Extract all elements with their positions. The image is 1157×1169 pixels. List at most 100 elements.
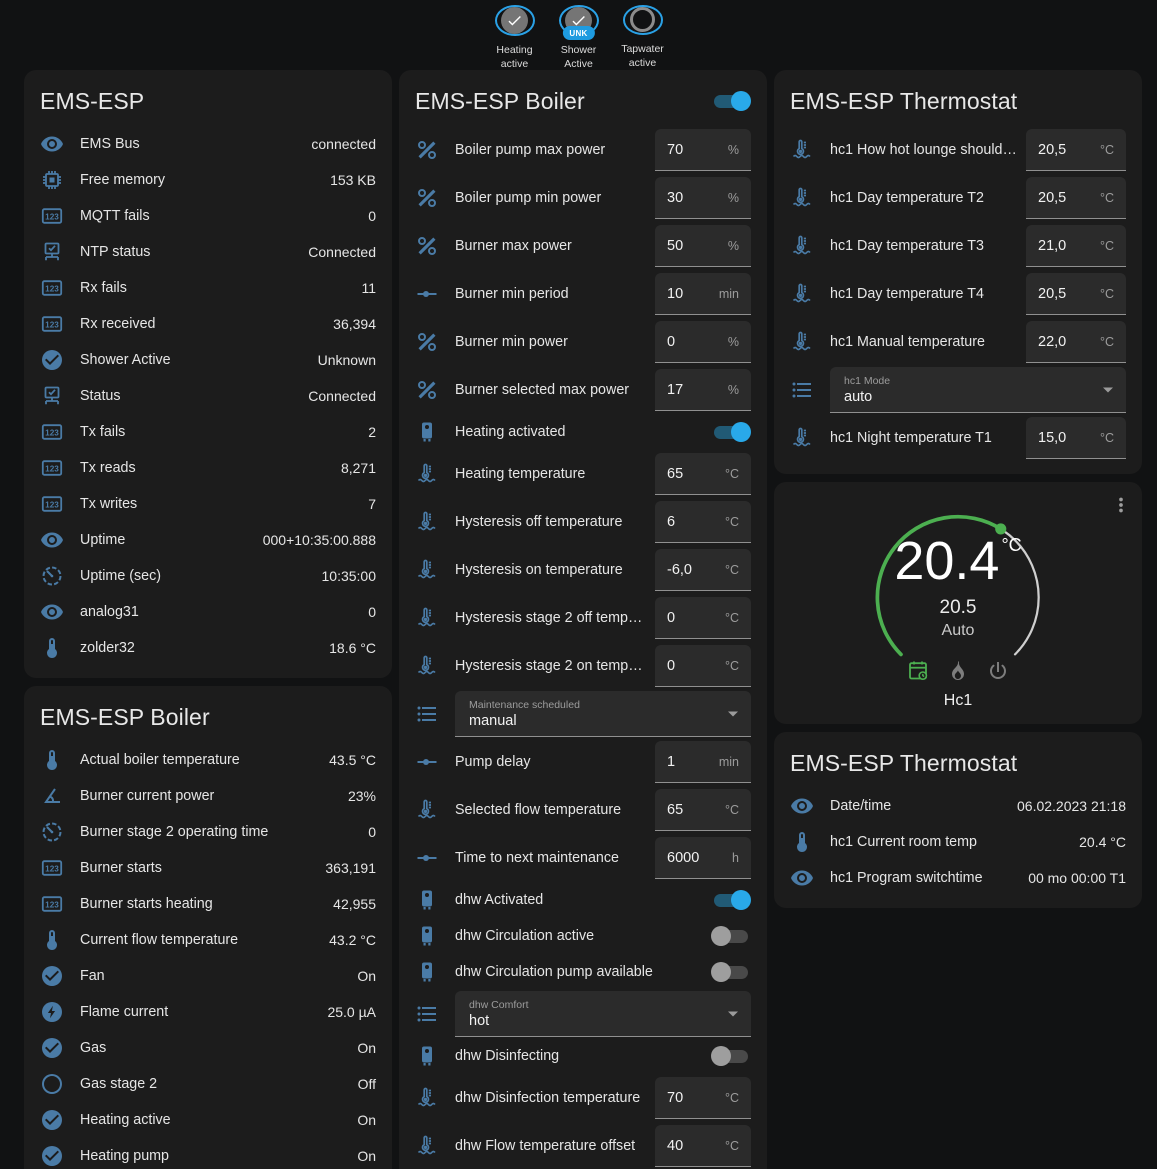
number-input[interactable]: 21,0°C xyxy=(1026,225,1126,267)
off-mode-icon[interactable] xyxy=(986,659,1010,683)
entity-row[interactable]: Burner stage 2 operating time0 xyxy=(40,814,376,850)
number-input[interactable]: 65°C xyxy=(655,453,751,495)
entity-row[interactable]: Boiler pump min power30% xyxy=(415,174,751,222)
entity-row[interactable]: StatusConnected xyxy=(40,378,376,414)
entity-row[interactable]: hc1 Program switchtime00 mo 00:00 T1 xyxy=(790,860,1126,896)
heat-mode-icon[interactable] xyxy=(946,659,970,683)
entity-row[interactable]: Shower ActiveUnknown xyxy=(40,342,376,378)
entity-row[interactable]: dhw Activated xyxy=(415,882,751,918)
entity-row[interactable]: 123Tx writes7 xyxy=(40,486,376,522)
entity-row[interactable]: Heating activeOn xyxy=(40,1102,376,1138)
temperature-dial[interactable]: 20.4°C 20.5 Auto xyxy=(856,500,1060,659)
entity-row[interactable]: GasOn xyxy=(40,1030,376,1066)
entity-row[interactable]: Uptime000+10:35:00.888 xyxy=(40,522,376,558)
entity-row[interactable]: NTP statusConnected xyxy=(40,234,376,270)
entity-row[interactable]: 123Burner starts heating42,955 xyxy=(40,886,376,922)
more-options-icon[interactable] xyxy=(1110,494,1132,516)
entity-state: On xyxy=(357,1148,376,1164)
entity-row[interactable]: Time to next maintenance6000h xyxy=(415,834,751,882)
number-input[interactable]: 70°C xyxy=(655,1077,751,1119)
number-input[interactable]: 20,5°C xyxy=(1026,177,1126,219)
entity-row[interactable]: analog310 xyxy=(40,594,376,630)
entity-row[interactable]: zolder3218.6 °C xyxy=(40,630,376,666)
status-badge[interactable]: Tapwater active xyxy=(613,5,673,70)
number-input[interactable]: 0°C xyxy=(655,597,751,639)
status-badge[interactable]: UNKShower Active xyxy=(549,5,609,70)
entity-row[interactable]: Heating activated xyxy=(415,414,751,450)
entity-row[interactable]: Pump delay1min xyxy=(415,738,751,786)
entity-row[interactable]: Maintenance scheduledmanual xyxy=(415,690,751,738)
number-input[interactable]: 20,5°C xyxy=(1026,273,1126,315)
entity-row[interactable]: hc1 Day temperature T420,5°C xyxy=(790,270,1126,318)
toggle-switch[interactable] xyxy=(711,422,751,442)
entity-row[interactable]: hc1 Day temperature T321,0°C xyxy=(790,222,1126,270)
auto-mode-icon[interactable] xyxy=(906,659,930,683)
entity-row[interactable]: hc1 Day temperature T220,5°C xyxy=(790,174,1126,222)
entity-row[interactable]: Burner current power23% xyxy=(40,778,376,814)
entity-row[interactable]: 123MQTT fails0 xyxy=(40,198,376,234)
entity-row[interactable]: Boiler pump max power70% xyxy=(415,126,751,174)
select-input[interactable]: Maintenance scheduledmanual xyxy=(455,691,751,737)
select-input[interactable]: hc1 Modeauto xyxy=(830,367,1126,413)
entity-row[interactable]: Burner min power0% xyxy=(415,318,751,366)
entity-row[interactable]: Hysteresis on temperature-6,0°C xyxy=(415,546,751,594)
entity-row[interactable]: Hysteresis stage 2 on temp…0°C xyxy=(415,642,751,690)
entity-row[interactable]: Heating temperature65°C xyxy=(415,450,751,498)
entity-row[interactable]: Burner max power50% xyxy=(415,222,751,270)
entity-row[interactable]: dhw Flow temperature offset40°C xyxy=(415,1122,751,1169)
toggle-switch[interactable] xyxy=(711,962,751,982)
number-input[interactable]: 6°C xyxy=(655,501,751,543)
entity-row[interactable]: Heating pumpOn xyxy=(40,1138,376,1169)
entity-row[interactable]: dhw Comforthot xyxy=(415,990,751,1038)
number-input[interactable]: 17% xyxy=(655,369,751,411)
number-input[interactable]: 70% xyxy=(655,129,751,171)
entity-row[interactable]: hc1 Night temperature T115,0°C xyxy=(790,414,1126,462)
number-input[interactable]: 10min xyxy=(655,273,751,315)
entity-row[interactable]: Flame current25.0 µA xyxy=(40,994,376,1030)
entity-row[interactable]: Selected flow temperature65°C xyxy=(415,786,751,834)
entity-row[interactable]: EMS Busconnected xyxy=(40,126,376,162)
entity-row[interactable]: dhw Circulation active xyxy=(415,918,751,954)
card-toggle[interactable] xyxy=(711,91,751,111)
toggle-switch[interactable] xyxy=(711,1046,751,1066)
entity-row[interactable]: hc1 Manual temperature22,0°C xyxy=(790,318,1126,366)
number-input[interactable]: 40°C xyxy=(655,1125,751,1167)
entity-row[interactable]: Current flow temperature43.2 °C xyxy=(40,922,376,958)
number-input[interactable]: 22,0°C xyxy=(1026,321,1126,363)
entity-row[interactable]: hc1 Current room temp20.4 °C xyxy=(790,824,1126,860)
entity-row[interactable]: FanOn xyxy=(40,958,376,994)
entity-row[interactable]: 123Rx fails11 xyxy=(40,270,376,306)
entity-row[interactable]: Uptime (sec)10:35:00 xyxy=(40,558,376,594)
entity-row[interactable]: dhw Disinfection temperature70°C xyxy=(415,1074,751,1122)
number-input[interactable]: 50% xyxy=(655,225,751,267)
entity-row[interactable]: hc1 How hot lounge should…20,5°C xyxy=(790,126,1126,174)
select-input[interactable]: dhw Comforthot xyxy=(455,991,751,1037)
entity-row[interactable]: 123Tx reads8,271 xyxy=(40,450,376,486)
number-input[interactable]: 15,0°C xyxy=(1026,417,1126,459)
status-badge[interactable]: Heating active xyxy=(485,5,545,70)
entity-row[interactable]: 123Rx received36,394 xyxy=(40,306,376,342)
number-input[interactable]: -6,0°C xyxy=(655,549,751,591)
number-input[interactable]: 65°C xyxy=(655,789,751,831)
entity-row[interactable]: Hysteresis off temperature6°C xyxy=(415,498,751,546)
entity-row[interactable]: Burner selected max power17% xyxy=(415,366,751,414)
entity-row[interactable]: 123Tx fails2 xyxy=(40,414,376,450)
entity-row[interactable]: Actual boiler temperature43.5 °C xyxy=(40,742,376,778)
toggle-switch[interactable] xyxy=(711,890,751,910)
number-input[interactable]: 20,5°C xyxy=(1026,129,1126,171)
entity-row[interactable]: 123Burner starts363,191 xyxy=(40,850,376,886)
number-input[interactable]: 6000h xyxy=(655,837,751,879)
entity-row[interactable]: Gas stage 2Off xyxy=(40,1066,376,1102)
entity-row[interactable]: Burner min period10min xyxy=(415,270,751,318)
number-input[interactable]: 1min xyxy=(655,741,751,783)
number-input[interactable]: 0°C xyxy=(655,645,751,687)
entity-row[interactable]: dhw Circulation pump available xyxy=(415,954,751,990)
entity-row[interactable]: hc1 Modeauto xyxy=(790,366,1126,414)
number-input[interactable]: 0% xyxy=(655,321,751,363)
entity-row[interactable]: Free memory153 KB xyxy=(40,162,376,198)
entity-row[interactable]: Hysteresis stage 2 off temp…0°C xyxy=(415,594,751,642)
entity-row[interactable]: Date/time06.02.2023 21:18 xyxy=(790,788,1126,824)
number-input[interactable]: 30% xyxy=(655,177,751,219)
entity-row[interactable]: dhw Disinfecting xyxy=(415,1038,751,1074)
toggle-switch[interactable] xyxy=(711,926,751,946)
